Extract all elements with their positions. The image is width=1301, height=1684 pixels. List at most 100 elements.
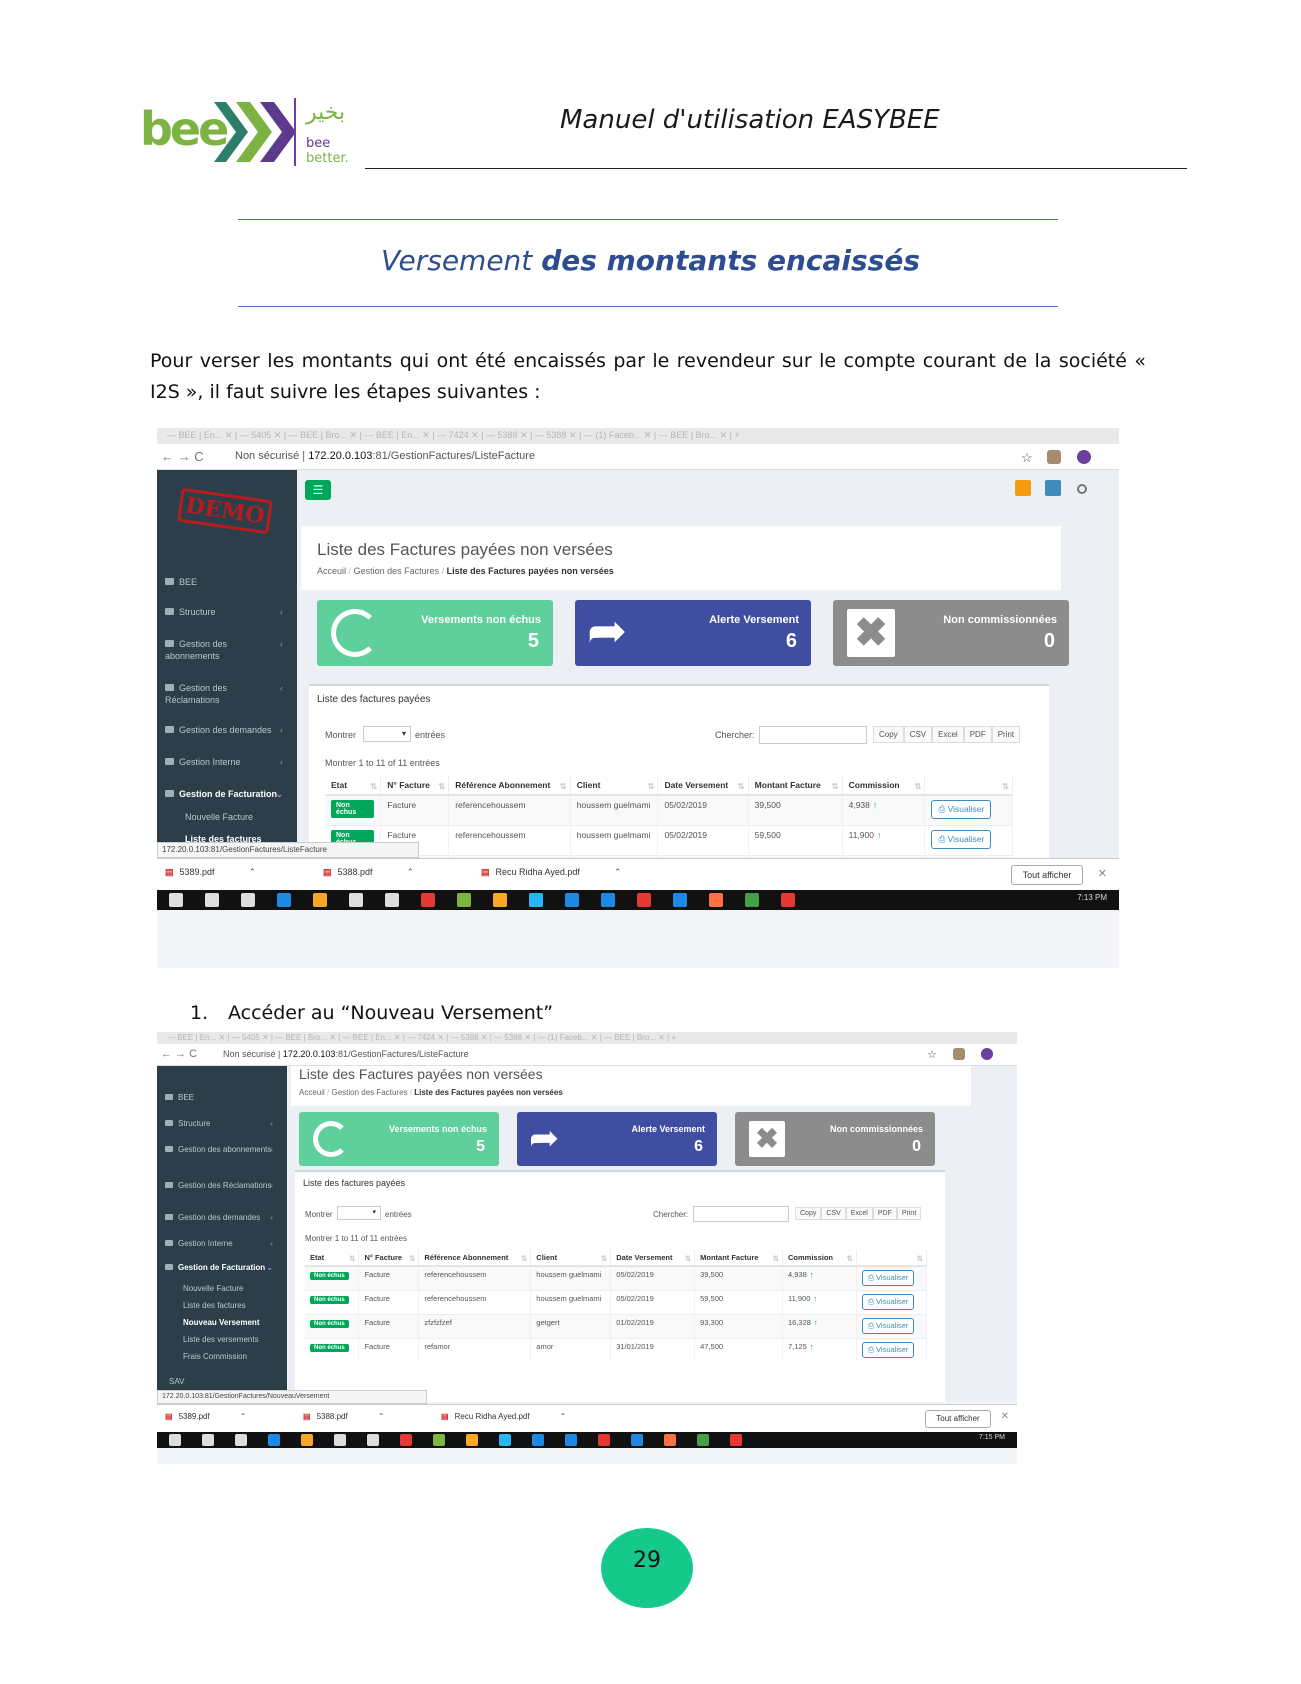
export-excel-button[interactable]: Excel [845,1207,873,1220]
taskbar-app-icon[interactable] [169,1434,181,1446]
sidebar-item[interactable]: Gestion des Réclamations ‹ [165,1180,273,1191]
sidebar-item[interactable]: Gestion des abonnements ‹ [165,638,283,662]
breadcrumb-section[interactable]: Gestion des Factures [332,1088,408,1097]
user-icon[interactable] [1077,484,1087,494]
export-csv-button[interactable]: CSV [903,726,933,743]
export-copy-button[interactable]: Copy [873,726,904,743]
column-header[interactable]: ⇅ [924,776,1013,796]
taskbar-app-icon[interactable] [433,1434,445,1446]
sidebar-item[interactable]: Gestion de Facturation ⌄ [165,1262,273,1273]
close-download-bar-icon[interactable]: ✕ [1098,867,1107,880]
taskbar-app-icon[interactable] [565,1434,577,1446]
taskbar-app-icon[interactable] [466,1434,478,1446]
taskbar-app-icon[interactable] [637,893,651,907]
browser-nav-icons[interactable]: ← → C [161,449,204,464]
sidebar-item[interactable]: Gestion des demandes ‹ [165,1212,273,1223]
taskbar-app-icon[interactable] [334,1434,346,1446]
breadcrumb-home[interactable]: Acceuil [317,566,346,576]
taskbar-app-icon[interactable] [532,1434,544,1446]
column-header[interactable]: Client ⇅ [530,1250,612,1267]
taskbar-app-icon[interactable] [367,1434,379,1446]
taskbar-app-icon[interactable] [277,893,291,907]
taskbar-app-icon[interactable] [664,1434,676,1446]
column-header[interactable]: Commission ⇅ [782,1250,857,1267]
show-all-downloads-button[interactable]: Tout afficher [925,1410,991,1428]
breadcrumb-section[interactable]: Gestion des Factures [354,566,440,576]
taskbar-app-icon[interactable] [169,893,183,907]
taskbar-app-icon[interactable] [730,1434,742,1446]
taskbar-app-icon[interactable] [781,893,795,907]
sidebar-subitem[interactable]: Nouvelle Facture [185,812,253,822]
column-header[interactable]: Etat ⇅ [305,1250,360,1267]
column-header[interactable]: Référence Abonnement ⇅ [448,776,571,796]
taskbar-app-icon[interactable] [709,893,723,907]
taskbar-app-icon[interactable] [673,893,687,907]
notification-flag-icon[interactable] [1045,480,1061,496]
download-item[interactable]: ▤ Recu Ridha Ayed.pdf ⌃ [441,1412,566,1421]
search-input[interactable] [759,726,867,744]
taskbar-app-icon[interactable] [349,893,363,907]
extension-icon[interactable] [1047,450,1061,464]
page-length-select[interactable]: ▾ [363,726,411,742]
star-icon[interactable]: ☆ [927,1048,941,1062]
view-button[interactable]: ⎙ Visualiser [931,829,992,849]
column-header[interactable]: N° Facture ⇅ [380,776,450,796]
taskbar-app-icon[interactable] [313,893,327,907]
taskbar-app-icon[interactable] [301,1434,313,1446]
extension-icon[interactable] [953,1048,965,1060]
view-button[interactable]: ⎙ Visualiser [861,1317,915,1334]
column-header[interactable]: Montant Facture ⇅ [694,1250,783,1267]
taskbar-app-icon[interactable] [235,1434,247,1446]
column-header[interactable]: ⇅ [856,1250,928,1267]
taskbar-app-icon[interactable] [493,893,507,907]
show-all-downloads-button[interactable]: Tout afficher [1011,865,1083,885]
view-button[interactable]: ⎙ Visualiser [931,800,992,819]
column-header[interactable]: Client ⇅ [570,776,659,796]
sidebar-subitem[interactable]: Liste des versements [183,1335,259,1344]
taskbar-app-icon[interactable] [457,893,471,907]
download-item[interactable]: ▤ 5388.pdf ⌃ [323,867,414,878]
sidebar-item[interactable]: Structure ‹ [165,1118,273,1129]
browser-nav-icons[interactable]: ← → C [161,1048,197,1060]
export-pdf-button[interactable]: PDF [963,726,992,743]
taskbar-app-icon[interactable] [598,1434,610,1446]
view-button[interactable]: ⎙ Visualiser [861,1293,915,1310]
breadcrumb-home[interactable]: Acceuil [299,1088,325,1097]
export-print-button[interactable]: Print [991,726,1021,743]
download-item[interactable]: ▤ 5389.pdf ⌃ [165,1412,246,1421]
taskbar-app-icon[interactable] [697,1434,709,1446]
taskbar-app-icon[interactable] [421,893,435,907]
sidebar-subitem[interactable]: Nouvelle Facture [183,1284,243,1293]
column-header[interactable]: Date Versement ⇅ [657,776,749,796]
column-header[interactable]: Référence Abonnement ⇅ [418,1250,532,1267]
profile-avatar-icon[interactable] [1077,450,1091,464]
sidebar-subitem[interactable]: Nouveau Versement [183,1318,259,1327]
sidebar-item[interactable]: Gestion des abonnements ‹ [165,1144,273,1155]
download-item[interactable]: ▤ 5389.pdf ⌃ [165,867,256,878]
export-copy-button[interactable]: Copy [795,1207,822,1220]
taskbar-app-icon[interactable] [565,893,579,907]
sidebar-item[interactable]: BEE [165,1092,273,1103]
download-item[interactable]: ▤ 5388.pdf ⌃ [303,1412,384,1421]
sidebar-item[interactable]: BEE [165,576,283,588]
sidebar-item[interactable]: Structure ‹ [165,606,283,618]
sidebar-item[interactable]: Gestion des Réclamations ‹ [165,682,283,706]
sidebar-item[interactable]: SAV [169,1377,184,1386]
export-excel-button[interactable]: Excel [932,726,964,743]
sidebar-subitem[interactable]: Frais Commission [183,1352,247,1361]
star-icon[interactable]: ☆ [1021,450,1035,465]
taskbar-app-icon[interactable] [385,893,399,907]
notification-bell-icon[interactable] [1015,480,1031,496]
view-button[interactable]: ⎙ Visualiser [861,1270,915,1286]
taskbar-app-icon[interactable] [241,893,255,907]
column-header[interactable]: Montant Facture ⇅ [748,776,843,796]
taskbar-app-icon[interactable] [205,893,219,907]
page-length-select[interactable]: ▾ [337,1206,381,1220]
column-header[interactable]: Commission ⇅ [842,776,926,796]
menu-toggle-button[interactable]: ☰ [305,480,331,500]
taskbar-app-icon[interactable] [499,1434,511,1446]
taskbar-app-icon[interactable] [745,893,759,907]
search-input[interactable] [693,1206,789,1222]
profile-avatar-icon[interactable] [981,1048,993,1060]
view-button[interactable]: ⎙ Visualiser [861,1341,915,1358]
